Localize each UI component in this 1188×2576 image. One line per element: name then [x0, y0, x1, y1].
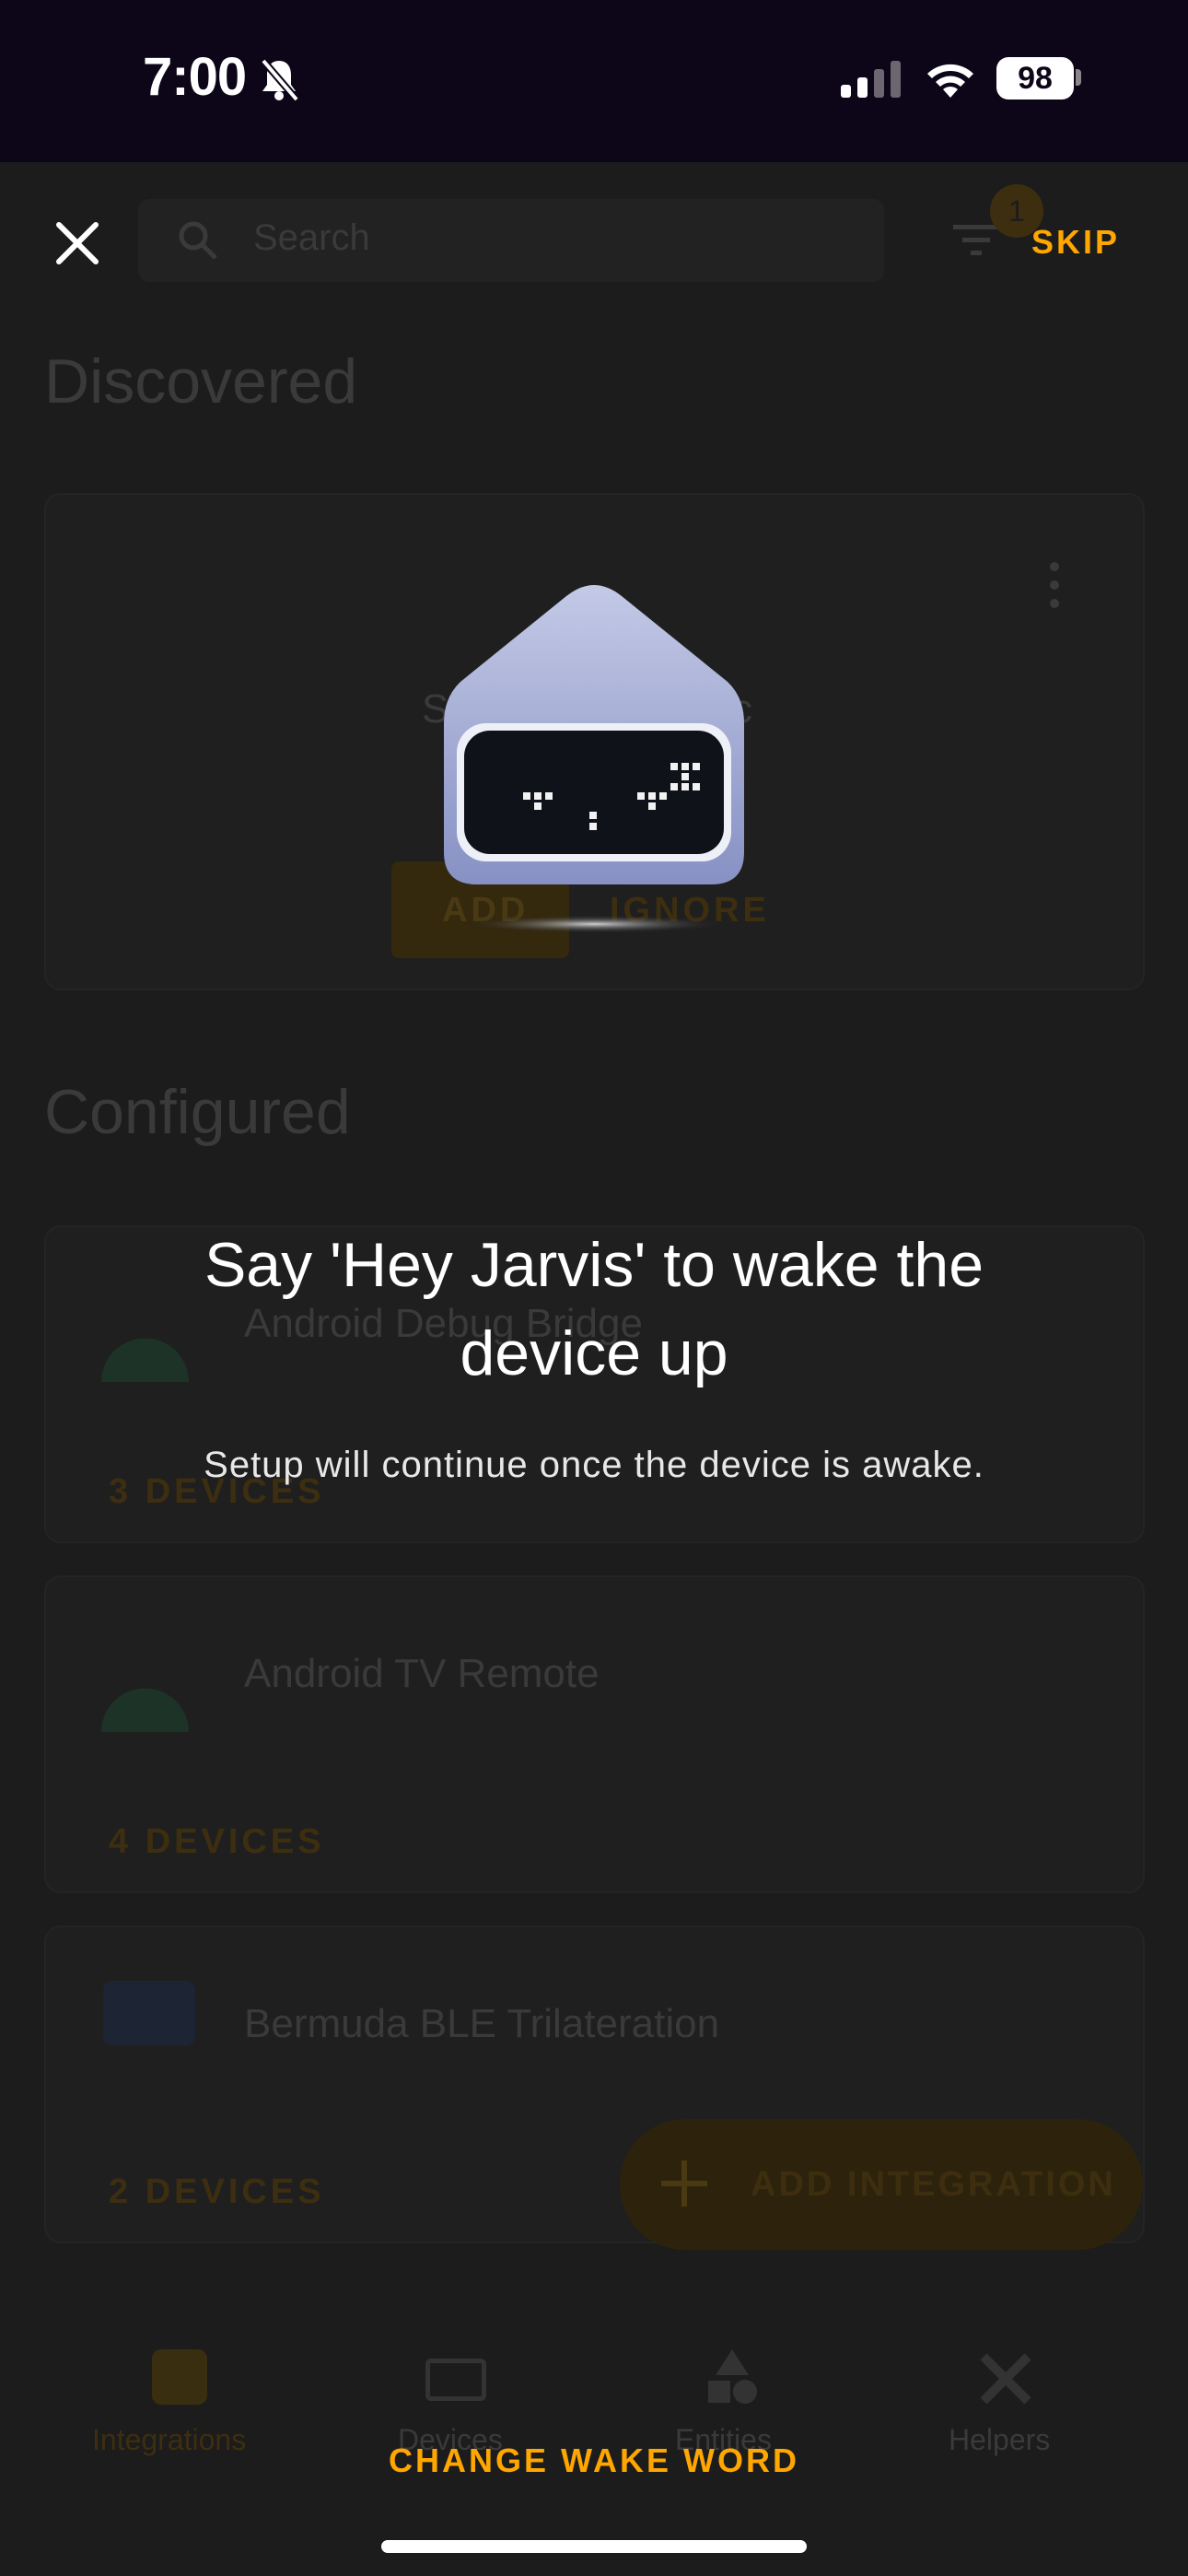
- android-icon: [101, 1688, 189, 1732]
- integration-name: Android TV Remote: [244, 1651, 600, 1696]
- integration-device-count: 2 DEVICES: [109, 2172, 325, 2211]
- shapes-icon: [705, 2349, 760, 2405]
- search-icon: [179, 221, 217, 260]
- puzzle-icon: [152, 2349, 207, 2405]
- wake-subtitle: Setup will continue once the device is a…: [204, 1445, 984, 1485]
- section-discovered: Discovered: [44, 346, 358, 416]
- nav-helpers: Helpers: [949, 2423, 1051, 2456]
- home-indicator[interactable]: [381, 2540, 807, 2553]
- search-placeholder: Search: [253, 217, 370, 258]
- more-vert-icon: [1050, 562, 1059, 608]
- close-icon[interactable]: [46, 212, 109, 275]
- change-wake-word-button[interactable]: CHANGE WAKE WORD: [318, 2441, 870, 2480]
- devices-icon: [425, 2359, 486, 2401]
- filter-icon: [953, 225, 999, 255]
- tools-icon: [980, 2353, 1031, 2405]
- cellular-signal-icon: [841, 61, 901, 98]
- battery-level: 98: [996, 57, 1074, 100]
- wake-headline: Say 'Hey Jarvis' to wake the device up: [204, 1230, 984, 1388]
- bell-slash-icon: [260, 58, 300, 101]
- wifi-icon: [927, 64, 973, 98]
- section-configured: Configured: [44, 1077, 351, 1147]
- integration-name: Bermuda BLE Trilateration: [244, 2001, 720, 2046]
- battery-icon: [1076, 69, 1081, 86]
- status-time: 7:00: [143, 47, 247, 107]
- search-input: [138, 199, 884, 282]
- voice-assistant-robot-icon: [444, 585, 744, 933]
- bluetooth-icon: [103, 1981, 195, 2045]
- integration-device-count: 4 DEVICES: [109, 1822, 325, 1861]
- add-integration-label: ADD INTEGRATION: [751, 2165, 1116, 2204]
- skip-button[interactable]: SKIP: [1031, 223, 1120, 262]
- nav-integrations: Integrations: [92, 2423, 247, 2456]
- plus-icon: [661, 2160, 707, 2207]
